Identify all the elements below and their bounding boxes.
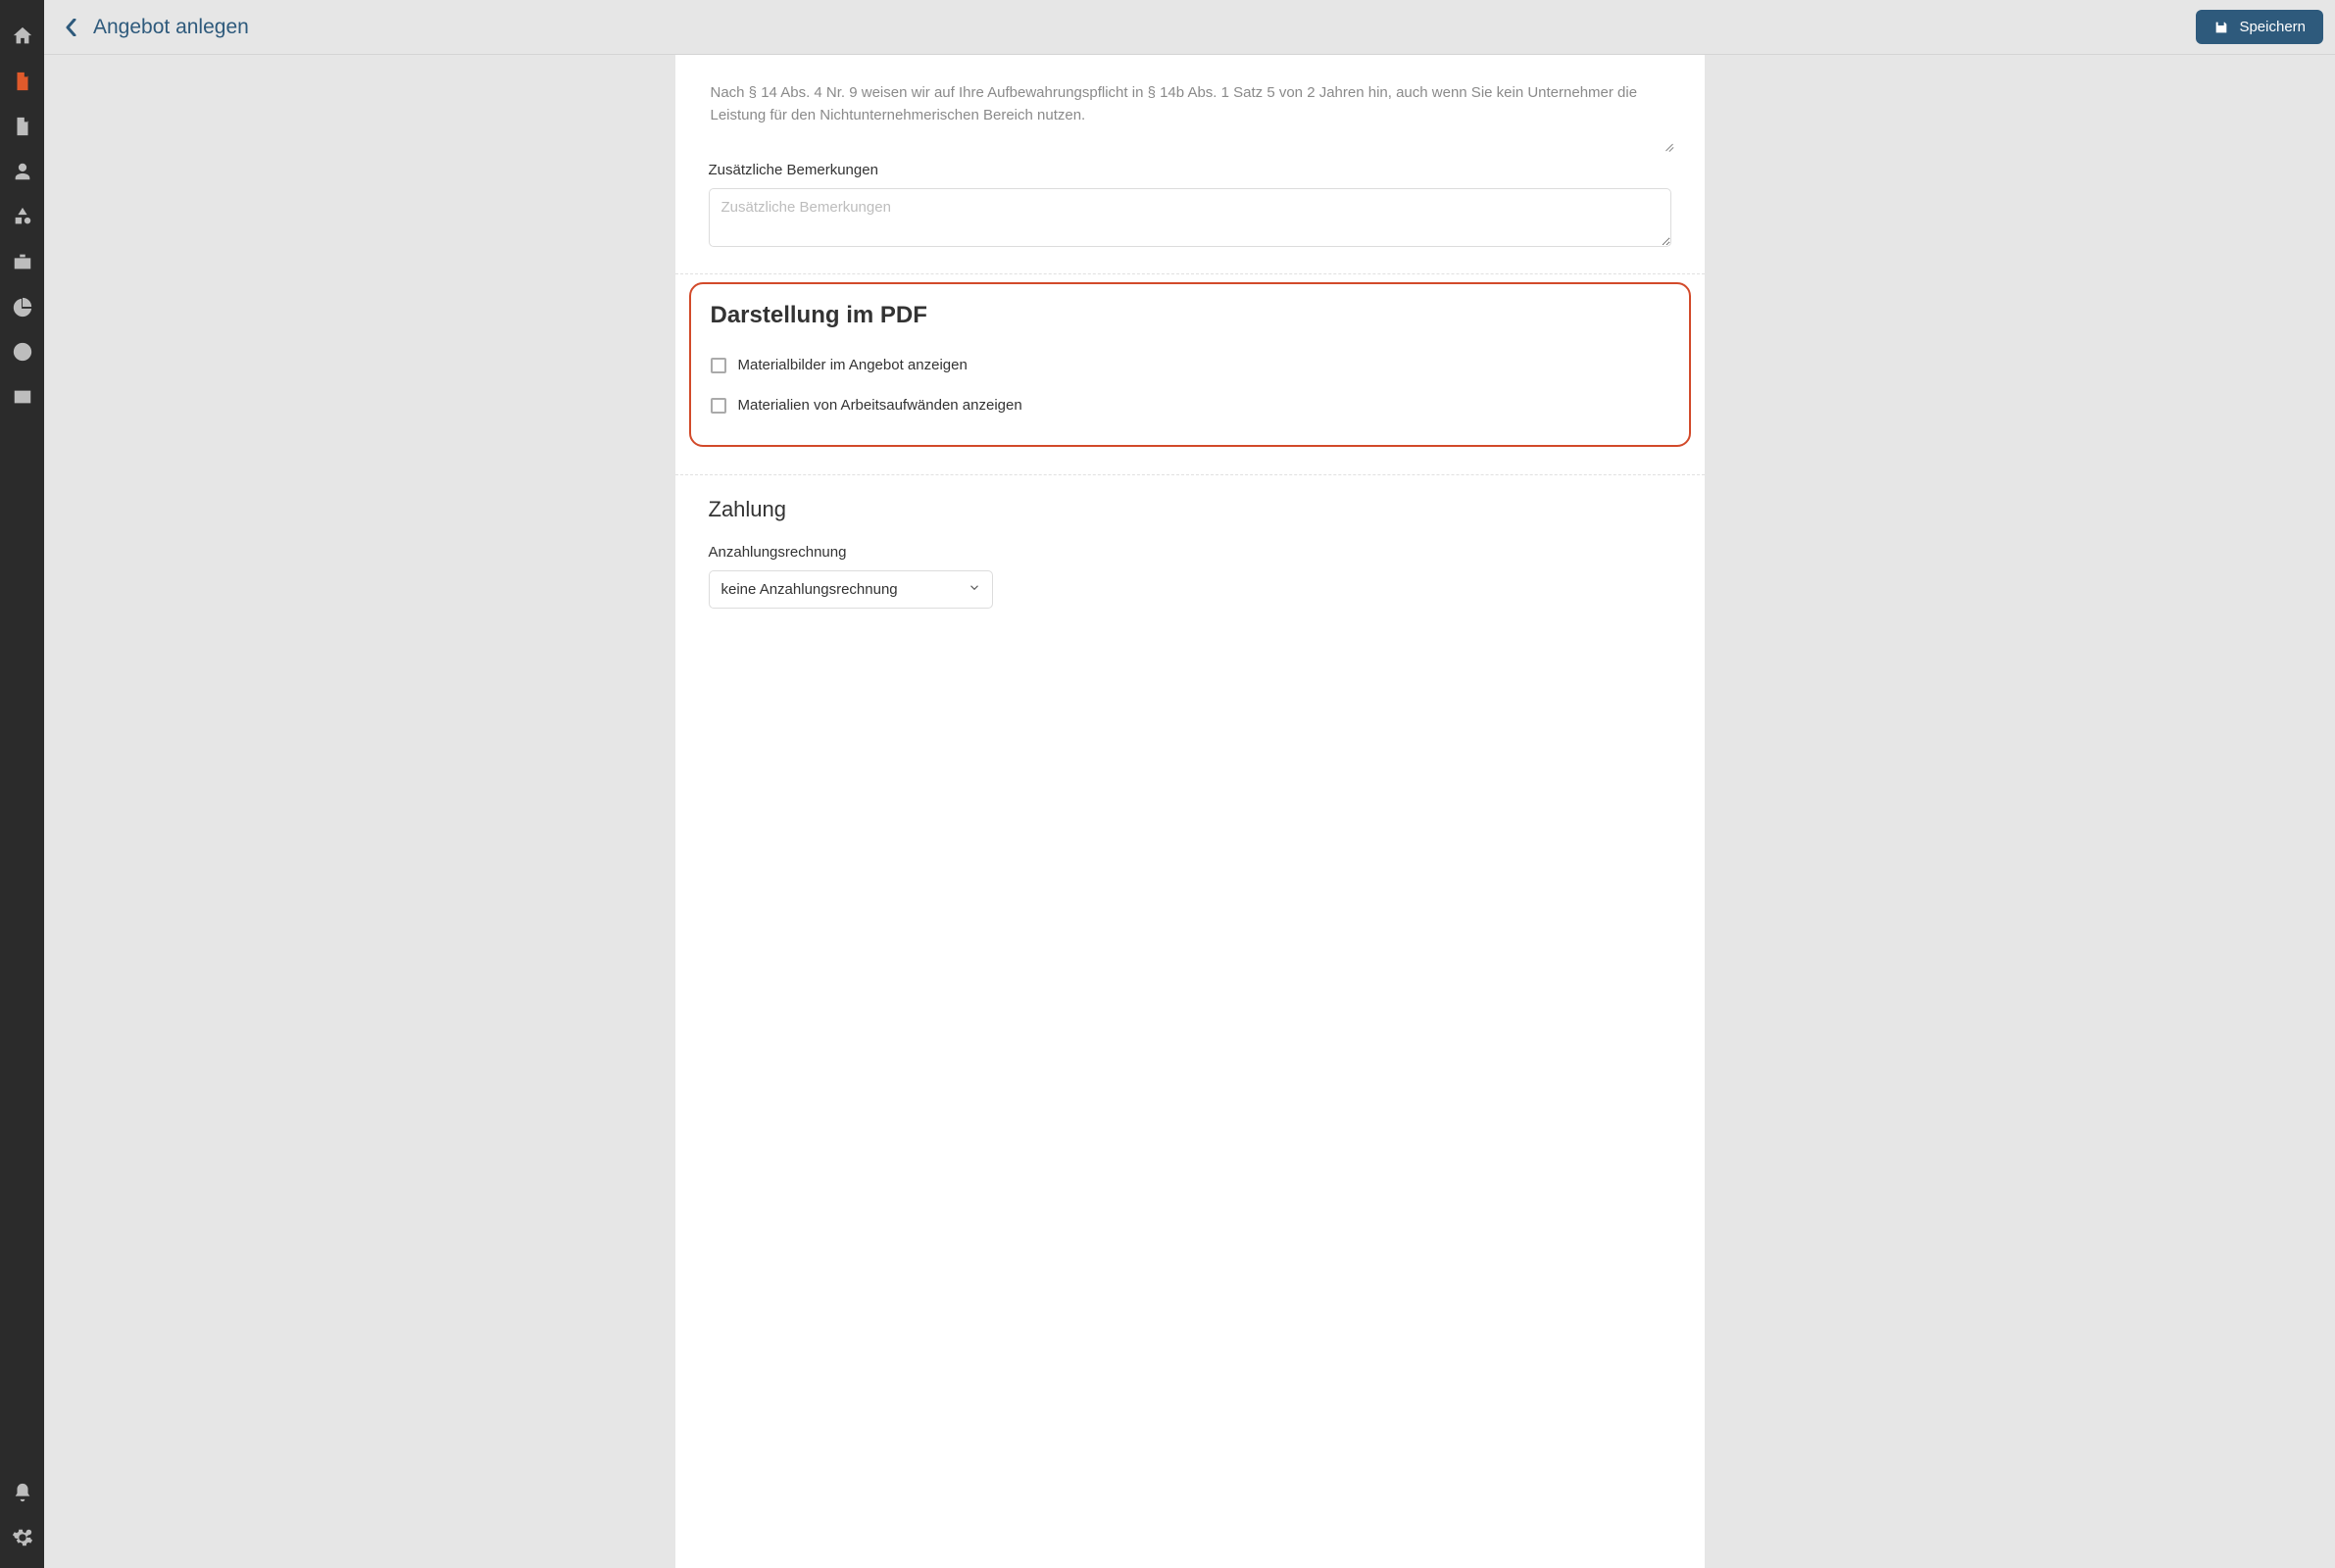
save-icon: [2213, 20, 2229, 35]
pdf-display-section: Darstellung im PDF Materialbilder im Ang…: [689, 282, 1691, 447]
shapes-icon: [12, 206, 33, 227]
sidebar: $: [0, 0, 44, 1568]
home-icon: [12, 25, 33, 47]
checkbox-labor-materials[interactable]: Materialien von Arbeitsaufwänden anzeige…: [711, 385, 1669, 425]
nav-pie-chart[interactable]: [0, 284, 44, 329]
checkbox-material-images[interactable]: Materialbilder im Angebot anzeigen: [711, 345, 1669, 385]
back-button[interactable]: [56, 13, 85, 42]
main-scroll-area[interactable]: Nach § 14 Abs. 4 Nr. 9 weisen wir auf Ih…: [44, 55, 2335, 1568]
checkbox-label: Materialien von Arbeitsaufwänden anzeige…: [738, 397, 1022, 414]
retention-note: Nach § 14 Abs. 4 Nr. 9 weisen wir auf Ih…: [709, 78, 1671, 146]
nav-settings[interactable]: [0, 1515, 44, 1560]
deposit-label: Anzahlungsrechnung: [709, 544, 1671, 561]
toolbox-icon: [12, 251, 33, 272]
page-title: Angebot anlegen: [93, 16, 249, 39]
nav-clock[interactable]: [0, 329, 44, 374]
nav-invoice[interactable]: $: [0, 104, 44, 149]
checkbox-icon: [711, 398, 726, 414]
checkbox-icon: [711, 358, 726, 373]
nav-document[interactable]: [0, 59, 44, 104]
document-icon: [12, 71, 33, 92]
save-button[interactable]: Speichern: [2196, 10, 2323, 44]
id-card-icon: [12, 386, 33, 408]
header: Angebot anlegen Speichern: [44, 0, 2335, 55]
nav-person[interactable]: [0, 149, 44, 194]
checkbox-label: Materialbilder im Angebot anzeigen: [738, 357, 968, 373]
payment-section-title: Zahlung: [709, 497, 1671, 522]
form-panel: Nach § 14 Abs. 4 Nr. 9 weisen wir auf Ih…: [675, 55, 1705, 1568]
svg-text:$: $: [20, 123, 25, 133]
person-icon: [12, 161, 33, 182]
chevron-left-icon: [65, 19, 76, 36]
section-divider: [675, 273, 1705, 274]
pie-chart-icon: [12, 296, 33, 318]
resize-handle-icon: [1661, 138, 1674, 152]
nav-id-card[interactable]: [0, 374, 44, 419]
invoice-icon: $: [12, 116, 33, 137]
gear-icon: [12, 1527, 33, 1548]
deposit-select-wrap: keine Anzahlungsrechnung: [709, 570, 993, 609]
nav-toolbox[interactable]: [0, 239, 44, 284]
nav-shapes[interactable]: [0, 194, 44, 239]
remarks-textarea[interactable]: [709, 188, 1671, 247]
clock-icon: [12, 341, 33, 363]
nav-notifications[interactable]: [0, 1470, 44, 1515]
bell-icon: [12, 1482, 33, 1503]
remarks-label: Zusätzliche Bemerkungen: [709, 162, 1671, 178]
nav-home[interactable]: [0, 14, 44, 59]
deposit-select[interactable]: keine Anzahlungsrechnung: [709, 570, 993, 609]
save-button-label: Speichern: [2239, 19, 2306, 35]
pdf-section-title: Darstellung im PDF: [711, 302, 1669, 329]
sidebar-bottom: [0, 1470, 44, 1568]
